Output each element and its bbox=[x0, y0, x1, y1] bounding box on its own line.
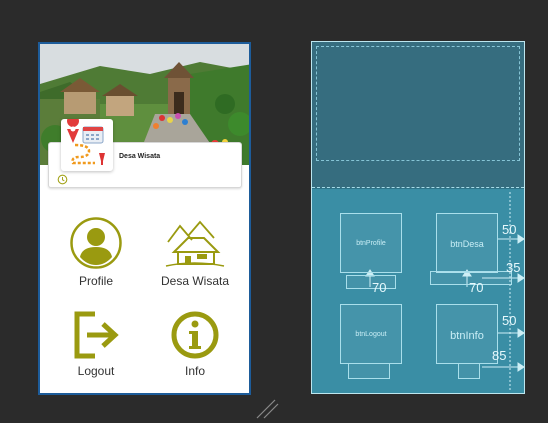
logout-button[interactable]: Logout bbox=[46, 310, 146, 378]
desa-right-margin: 50 bbox=[502, 222, 517, 237]
blueprint-btn-profile-label: btnProfile bbox=[356, 240, 386, 247]
profile-label: Profile bbox=[78, 274, 113, 288]
info-icon bbox=[171, 311, 219, 359]
blueprint-info-text[interactable] bbox=[458, 363, 480, 379]
info-label: Info bbox=[184, 364, 205, 378]
village-house-icon bbox=[165, 220, 225, 267]
desa-bottom-margin: 70 bbox=[469, 280, 484, 295]
logout-icon bbox=[74, 311, 119, 359]
blueprint-btn-desa-label: btnDesa bbox=[450, 239, 484, 249]
info-button[interactable]: Info bbox=[145, 310, 245, 378]
destination-card[interactable]: Desa Wisata bbox=[48, 115, 242, 188]
info-bottom-margin: 85 bbox=[492, 348, 507, 363]
desa-text-right-margin: 35 bbox=[506, 260, 521, 275]
desa-wisata-button[interactable]: Desa Wisata bbox=[145, 216, 245, 288]
desa-wisata-label: Desa Wisata bbox=[160, 274, 230, 288]
blueprint-btn-info-label: btnInfo bbox=[450, 330, 484, 342]
design-preview: Desa Wisata Profile Desa Wisata Logout I… bbox=[38, 42, 251, 395]
logout-label: Logout bbox=[77, 364, 115, 378]
blueprint-btn-info[interactable]: btnInfo bbox=[436, 304, 498, 364]
blueprint-btn-logout-label: btnLogout bbox=[355, 331, 387, 338]
blueprint-btn-logout[interactable]: btnLogout bbox=[340, 304, 402, 364]
profile-button[interactable]: Profile bbox=[46, 216, 146, 288]
app-logo bbox=[61, 115, 113, 171]
blueprint-profile-text[interactable] bbox=[346, 275, 396, 289]
blueprint-logout-text[interactable] bbox=[348, 363, 390, 379]
profile-icon bbox=[70, 217, 122, 269]
card-title: Desa Wisata bbox=[119, 153, 161, 160]
profile-bottom-margin: 70 bbox=[372, 280, 387, 295]
info-right-margin: 50 bbox=[502, 313, 517, 328]
clock-icon bbox=[57, 172, 68, 185]
resize-handle-icon[interactable] bbox=[254, 398, 280, 420]
blueprint-btn-desa[interactable]: btnDesa bbox=[436, 213, 498, 273]
blueprint-btn-profile[interactable]: btnProfile bbox=[340, 213, 402, 273]
blueprint-preview: btnProfile 70 btnDesa 50 35 70 btnLogout… bbox=[311, 41, 525, 394]
